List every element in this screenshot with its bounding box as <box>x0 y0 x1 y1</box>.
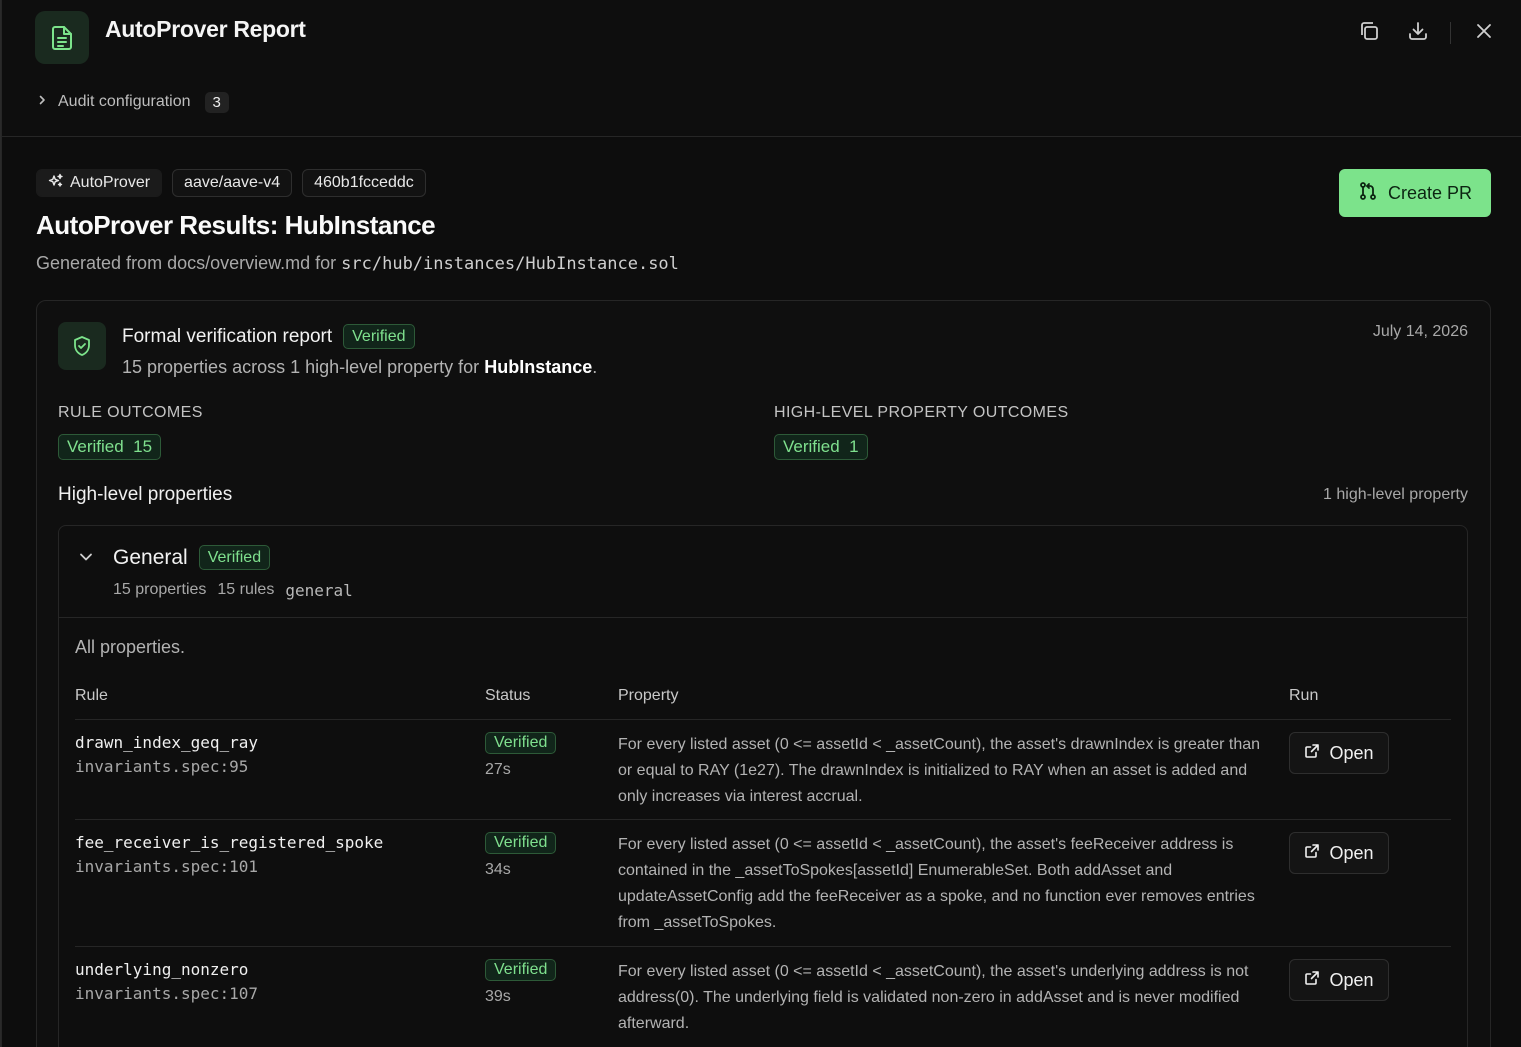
run-duration: 34s <box>485 861 511 878</box>
copy-button[interactable] <box>1356 20 1382 46</box>
page-title: AutoProver Results: HubInstance <box>36 210 436 240</box>
rule-outcomes-label: RULE OUTCOMES <box>58 404 203 421</box>
row-status: Verified <box>485 832 557 854</box>
group-properties-count: 15 properties <box>113 581 207 598</box>
create-pr-label: Create PR <box>1387 182 1473 203</box>
group-meta: 15 properties 15 rules general <box>113 581 353 600</box>
generated-from: Generated from docs/overview.md for src/… <box>36 253 679 274</box>
sparkles-icon <box>48 173 64 194</box>
create-pr-button[interactable]: Create PR <box>1339 169 1491 217</box>
table-row: underlying_nonzero invariants.spec:107 V… <box>75 947 1451 1047</box>
collapse-toggle[interactable] <box>77 548 97 568</box>
report-window: AutoProver Report Audit configuration 3 … <box>1 0 1521 1047</box>
external-link-icon <box>1304 970 1320 991</box>
report-summary-suffix: . <box>592 357 598 377</box>
run-duration: 39s <box>485 988 511 1005</box>
audit-configuration-toggle[interactable]: Audit configuration 3 <box>36 90 229 114</box>
report-summary: 15 properties across 1 high-level proper… <box>122 357 597 378</box>
close-icon <box>1475 22 1493 45</box>
rule-outcomes-badge: Verified 15 <box>58 434 162 460</box>
rule-name: fee_receiver_is_registered_spoke <box>75 833 384 852</box>
generated-prefix: Generated from docs/overview.md for <box>36 253 337 273</box>
high-level-properties-title: High-level properties <box>58 484 233 505</box>
group-tag: general <box>285 581 353 600</box>
table-row: drawn_index_geq_ray invariants.spec:95 V… <box>75 720 1451 820</box>
external-link-icon <box>1304 743 1320 764</box>
hlp-outcomes-label: HIGH-LEVEL PROPERTY OUTCOMES <box>774 404 1069 421</box>
row-status: Verified <box>485 732 557 754</box>
audit-configuration-count: 3 <box>204 91 229 113</box>
high-level-properties-count: 1 high-level property <box>1323 486 1468 503</box>
status-badge: Verified <box>485 732 557 754</box>
status-badge: Verified <box>343 324 415 349</box>
column-header-run: Run <box>1289 687 1319 704</box>
document-icon <box>35 11 89 64</box>
hlp-outcomes-badge: Verified 1 <box>774 434 868 460</box>
open-run-button[interactable]: Open <box>1289 832 1389 874</box>
open-run-button[interactable]: Open <box>1289 732 1389 774</box>
git-pull-request-icon <box>1358 181 1378 206</box>
external-link-icon <box>1304 843 1320 864</box>
open-run-button[interactable]: Open <box>1289 959 1389 1001</box>
chip-label: AutoProver <box>70 174 151 191</box>
column-header-property: Property <box>618 687 679 704</box>
rule-outcomes: Verified 15 <box>58 434 162 460</box>
source-file-path: src/hub/instances/HubInstance.sol <box>341 254 679 274</box>
open-run-label: Open <box>1329 969 1374 990</box>
rule-name: underlying_nonzero <box>75 960 249 979</box>
run-duration: 27s <box>485 761 511 778</box>
property-group-header: General Verified 15 properties 15 rules … <box>59 526 1467 618</box>
property-group-general: General Verified 15 properties 15 rules … <box>58 525 1468 1047</box>
rule-name: drawn_index_geq_ray <box>75 733 259 752</box>
context-chips: AutoProver aave/aave-v4 460b1fcceddc <box>36 169 426 197</box>
report-title: Formal verification report <box>122 325 333 347</box>
table-row: fee_receiver_is_registered_spoke invaria… <box>75 820 1451 947</box>
download-icon <box>1407 20 1429 47</box>
column-header-rule: Rule <box>75 687 108 704</box>
open-run-label: Open <box>1329 742 1374 763</box>
status-badge: Verified <box>485 832 557 854</box>
verification-report-card: Formal verification report Verified 15 p… <box>36 300 1491 1047</box>
report-heading: Formal verification report Verified <box>122 324 415 349</box>
report-summary-text: 15 properties across 1 high-level proper… <box>122 357 480 377</box>
group-status-badge: Verified <box>198 545 271 570</box>
chip-commit: 460b1fcceddc <box>302 169 426 197</box>
group-rules-count: 15 rules <box>217 581 275 598</box>
column-header-status: Status <box>485 687 531 704</box>
group-heading: General Verified <box>113 545 271 570</box>
chip-repository: aave/aave-v4 <box>172 169 293 197</box>
hlp-outcomes: Verified 1 <box>774 434 868 460</box>
rule-source: invariants.spec:101 <box>75 857 259 876</box>
open-run-label: Open <box>1329 842 1374 863</box>
property-description: For every listed asset (0 <= assetId < _… <box>618 736 1261 805</box>
row-status: Verified <box>485 959 557 981</box>
download-button[interactable] <box>1405 20 1431 46</box>
chip-autoprover: AutoProver <box>36 169 163 197</box>
property-description: For every listed asset (0 <= assetId < _… <box>618 963 1249 1032</box>
window-title: AutoProver Report <box>105 16 306 42</box>
copy-icon <box>1358 20 1380 47</box>
chevron-right-icon <box>36 93 48 111</box>
shield-check-icon <box>58 322 106 370</box>
report-subject: HubInstance <box>484 357 593 377</box>
group-title: General <box>113 545 188 569</box>
header-divider <box>1450 22 1451 44</box>
group-description: All properties. <box>75 637 186 657</box>
window-header: AutoProver Report Audit configuration 3 <box>2 0 1521 137</box>
close-button[interactable] <box>1471 20 1497 46</box>
rule-source: invariants.spec:107 <box>75 984 259 1003</box>
status-badge: Verified <box>485 959 557 981</box>
audit-configuration-label: Audit configuration <box>58 93 191 110</box>
property-description: For every listed asset (0 <= assetId < _… <box>618 836 1255 931</box>
report-date: July 14, 2026 <box>1372 323 1468 340</box>
chevron-down-icon <box>77 553 95 570</box>
rule-source: invariants.spec:95 <box>75 757 249 776</box>
